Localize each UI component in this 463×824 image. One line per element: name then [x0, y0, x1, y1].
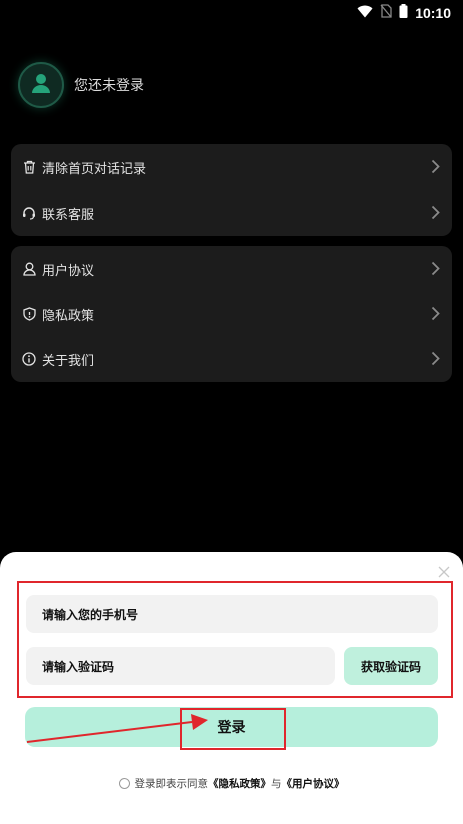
- user-icon: [30, 72, 52, 98]
- privacy-policy-link[interactable]: 《隐私政策》: [208, 776, 271, 791]
- battery-icon: [399, 3, 408, 22]
- no-sim-icon: [380, 3, 392, 22]
- annotation-box-login: [180, 708, 286, 750]
- annotation-box-form: [17, 581, 453, 698]
- chevron-right-icon: [431, 205, 440, 224]
- avatar[interactable]: [18, 62, 64, 108]
- agreement-prefix: 登录即表示同意: [134, 778, 209, 790]
- menu-item-clear-history[interactable]: 清除首页对话记录: [11, 144, 452, 190]
- trash-icon: [22, 160, 36, 174]
- menu-item-label: 关于我们: [42, 353, 95, 369]
- headset-icon: [22, 206, 36, 220]
- shield-icon: [22, 307, 36, 321]
- close-icon[interactable]: [437, 564, 451, 578]
- user-outline-icon: [22, 262, 36, 276]
- status-time: 10:10: [415, 4, 451, 21]
- chevron-right-icon: [431, 159, 440, 178]
- menu-item-label: 用户协议: [42, 263, 95, 279]
- status-bar: 10:10: [0, 0, 463, 22]
- agreement-conjunction: 与: [271, 778, 282, 790]
- chevron-right-icon: [431, 351, 440, 370]
- chevron-right-icon: [431, 306, 440, 325]
- menu-card-about: 用户协议 隐私政策 关于我们: [11, 246, 452, 382]
- menu-item-label: 隐私政策: [42, 308, 95, 324]
- menu-item-label: 联系客服: [42, 207, 95, 223]
- agreement-radio[interactable]: [118, 778, 130, 789]
- info-icon: [22, 352, 36, 366]
- menu-item-contact-support[interactable]: 联系客服: [11, 190, 452, 236]
- menu-item-privacy-policy[interactable]: 隐私政策: [11, 291, 452, 337]
- user-agreement-link[interactable]: 《用户协议》: [282, 776, 345, 791]
- menu-card-general: 清除首页对话记录 联系客服: [11, 144, 452, 236]
- chevron-right-icon: [431, 261, 440, 280]
- profile-header[interactable]: 您还未登录: [18, 62, 144, 108]
- menu-item-about-us[interactable]: 关于我们: [11, 336, 452, 382]
- agreement-row: 登录即表示同意 《隐私政策》 与 《用户协议》: [0, 776, 463, 791]
- menu-item-label: 清除首页对话记录: [42, 161, 147, 177]
- wifi-icon: [357, 3, 373, 22]
- menu-item-user-agreement[interactable]: 用户协议: [11, 246, 452, 292]
- login-status-text: 您还未登录: [74, 78, 144, 94]
